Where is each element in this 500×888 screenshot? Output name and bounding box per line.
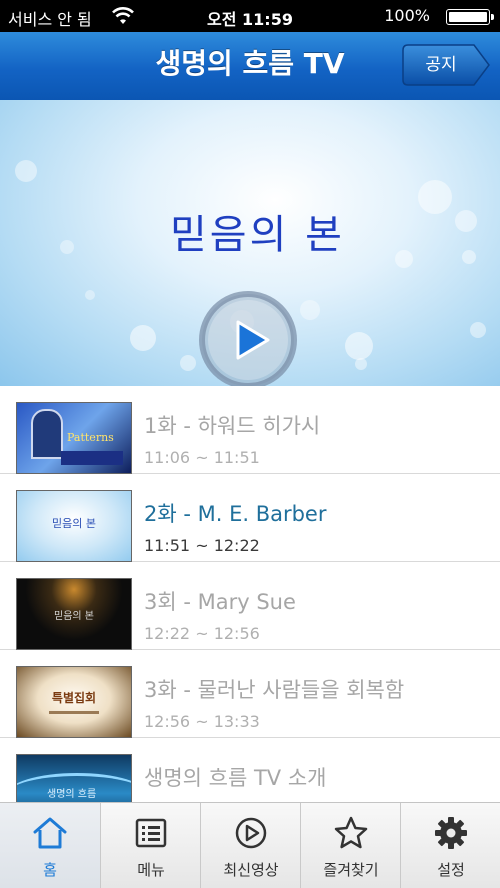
tab-settings[interactable]: 설정 [400,803,500,888]
episode-title: 3화 - 물러난 사람들을 회복함 [144,678,405,702]
thumbnail-caption: 믿음의 본 [54,611,94,622]
list-icon [135,818,167,848]
tab-menu-label: 메뉴 [137,861,165,879]
list-item[interactable]: 특별집회 3화 - 물러난 사람들을 회복함 12:56 ~ 13:33 [0,650,500,738]
episode-time: 11:51 ~ 12:22 [144,536,260,555]
tab-menu[interactable]: 메뉴 [100,803,200,888]
tab-settings-label: 설정 [437,861,465,879]
video-thumbnail: Patterns [16,402,132,474]
tab-home[interactable]: 홈 [0,803,100,888]
thumbnail-caption: 생명의 흐름 [47,789,97,800]
list-item[interactable]: 생명의 흐름 생명의 흐름 TV 소개 [0,738,500,802]
tab-latest-videos[interactable]: 최신영상 [200,803,300,888]
episode-time: 11:06 ~ 11:51 [144,448,260,467]
episode-time: 12:22 ~ 12:56 [144,624,260,643]
battery-percent: 100% [384,6,430,25]
episode-time: 12:56 ~ 13:33 [144,712,260,731]
episode-title: 생명의 흐름 TV 소개 [144,766,327,790]
gear-icon [435,817,467,849]
episode-list: Patterns 1화 - 하워드 히가시 11:06 ~ 11:51 믿음의 … [0,386,500,802]
episode-title: 3회 - Mary Sue [144,590,296,614]
thumbnail-caption: Patterns [67,431,114,444]
status-bar: 서비스 안 됨 오전 11:59 100% [0,0,500,32]
featured-video[interactable]: 믿음의 본 [0,100,500,386]
battery-icon [446,9,494,25]
episode-title: 2화 - M. E. Barber [144,502,327,526]
notice-button[interactable]: 공지 [402,44,490,86]
episode-title: 1화 - 하워드 히가시 [144,414,321,438]
star-icon [334,816,368,849]
video-thumbnail: 특별집회 [16,666,132,738]
nav-bar: 생명의 흐름 TV 공지 [0,32,500,100]
notice-button-label: 공지 [425,55,457,75]
thumbnail-caption: 특별집회 [51,691,97,705]
play-circle-icon [235,817,267,849]
video-thumbnail: 믿음의 본 [16,490,132,562]
video-thumbnail: 생명의 흐름 [16,754,132,802]
tab-favorites[interactable]: 즐겨찾기 [300,803,400,888]
tab-latest-videos-label: 최신영상 [223,861,279,879]
featured-video-title: 믿음의 본 [170,212,345,258]
tab-home-label: 홈 [43,861,57,879]
home-icon [33,817,67,849]
tab-favorites-label: 즐겨찾기 [323,861,379,879]
list-item[interactable]: Patterns 1화 - 하워드 히가시 11:06 ~ 11:51 [0,386,500,474]
video-thumbnail: 믿음의 본 [16,578,132,650]
list-item[interactable]: 믿음의 본 3회 - Mary Sue 12:22 ~ 12:56 [0,562,500,650]
list-item[interactable]: 믿음의 본 2화 - M. E. Barber 11:51 ~ 12:22 [0,474,500,562]
play-icon[interactable] [198,290,298,386]
thumbnail-caption: 믿음의 본 [52,517,96,530]
tab-bar: 홈 메뉴 최신영상 즐겨찾기 설정 [0,802,500,888]
